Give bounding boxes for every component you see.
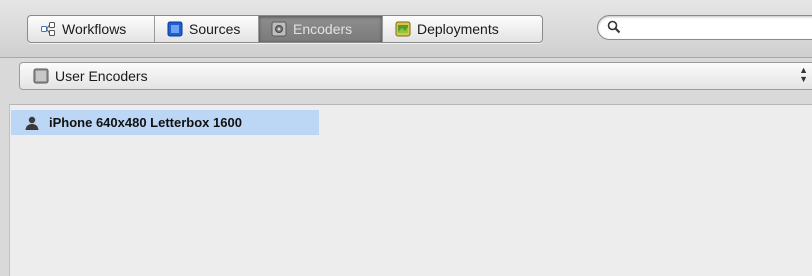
view-segmented-control: Workflows Sources Encoders Deployments	[27, 15, 543, 43]
tab-deployments[interactable]: Deployments	[383, 16, 542, 42]
encoder-list: iPhone 640x480 Letterbox 1600	[9, 104, 812, 276]
encoder-group-label: User Encoders	[55, 68, 148, 84]
encoders-icon	[271, 21, 287, 37]
workflow-icon	[40, 21, 56, 37]
tab-deployments-label: Deployments	[417, 21, 499, 37]
user-icon	[24, 115, 40, 131]
encoder-group-popup[interactable]: User Encoders ▲ ▼	[19, 62, 812, 90]
toolbar: Workflows Sources Encoders Deployments	[0, 0, 812, 58]
deployments-icon	[395, 21, 411, 37]
list-item-label: iPhone 640x480 Letterbox 1600	[49, 115, 242, 130]
list-item[interactable]: iPhone 640x480 Letterbox 1600	[11, 110, 319, 135]
toolbar-divider	[0, 57, 812, 58]
chevron-updown-icon: ▲ ▼	[799, 65, 808, 84]
search-input[interactable]	[626, 19, 806, 36]
tab-workflows-label: Workflows	[62, 21, 127, 37]
search-field[interactable]	[597, 15, 812, 40]
tab-workflows[interactable]: Workflows	[28, 16, 155, 42]
tab-sources[interactable]: Sources	[155, 16, 259, 42]
encoder-group-icon	[33, 68, 49, 84]
tab-sources-label: Sources	[189, 21, 241, 37]
tab-encoders-label: Encoders	[293, 21, 353, 37]
tab-encoders[interactable]: Encoders	[259, 16, 383, 42]
sources-icon	[167, 21, 183, 37]
search-icon	[607, 20, 621, 37]
